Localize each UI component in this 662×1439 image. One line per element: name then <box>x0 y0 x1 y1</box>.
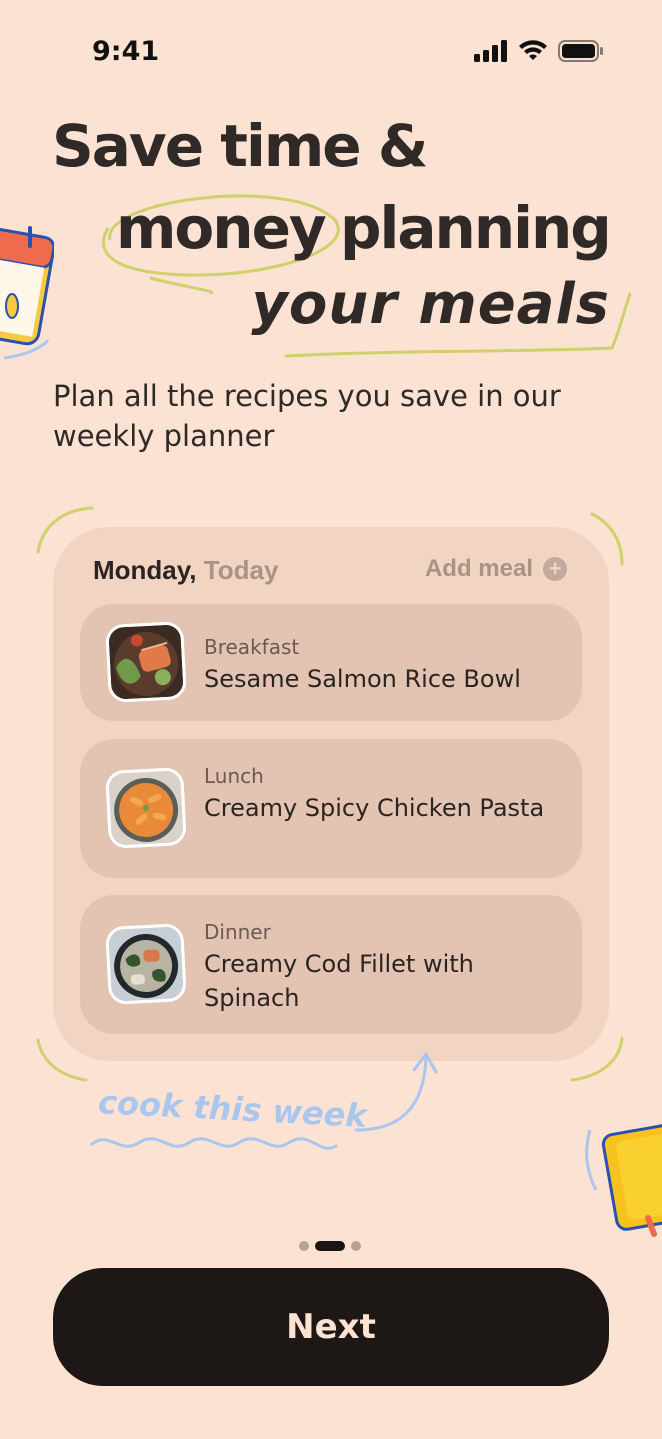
pagination-dot[interactable] <box>299 1241 309 1251</box>
day-relative: Today <box>203 555 279 585</box>
meal-thumbnail <box>105 621 187 703</box>
pagination-dot-active[interactable] <box>315 1241 345 1251</box>
meal-type: Dinner <box>204 920 271 944</box>
pagination-dot[interactable] <box>351 1241 361 1251</box>
chicken-pasta-image <box>108 770 184 846</box>
salmon-bowl-image <box>108 624 184 700</box>
meal-type: Breakfast <box>204 635 300 659</box>
meal-name: Creamy Spicy Chicken Pasta <box>204 794 545 822</box>
plus-icon: + <box>543 557 567 581</box>
meal-thumbnail <box>105 923 187 1005</box>
squiggle-underline <box>90 1137 338 1150</box>
meal-name: Creamy Cod Fillet with Spinach <box>204 950 474 1012</box>
headline-line-1: Save time & <box>52 112 428 180</box>
headline-word-money: money <box>116 194 327 262</box>
day-name: Monday, <box>93 555 197 585</box>
meal-card-lunch[interactable]: Lunch Creamy Spicy Chicken Pasta <box>80 739 582 878</box>
headline-word-planning: planning <box>340 194 612 262</box>
day-title: Monday, Today <box>93 555 278 586</box>
meal-card-breakfast[interactable]: Breakfast Sesame Salmon Rice Bowl <box>80 604 582 721</box>
meal-thumbnail <box>105 767 187 849</box>
meal-card-dinner[interactable]: Dinner Creamy Cod Fillet with Spinach <box>80 895 582 1034</box>
calendar-icon <box>0 224 54 360</box>
subtitle: Plan all the recipes you save in our wee… <box>53 379 561 453</box>
headline: Save time & money planning your meals <box>0 0 662 370</box>
cookbook-icon <box>585 1122 662 1237</box>
pagination <box>299 1241 361 1251</box>
meal-type: Lunch <box>204 764 264 788</box>
headline-underline <box>284 292 632 358</box>
arrow-icon <box>354 1052 438 1132</box>
add-meal-label: Add meal <box>424 555 533 582</box>
meal-name: Sesame Salmon Rice Bowl <box>204 665 521 693</box>
next-button[interactable]: Next <box>53 1268 609 1386</box>
cod-spinach-image <box>108 926 184 1002</box>
planner-card: Monday, Today Add meal + Breakfast Sesam… <box>53 527 609 1061</box>
add-meal-button[interactable]: Add meal + <box>425 555 567 583</box>
